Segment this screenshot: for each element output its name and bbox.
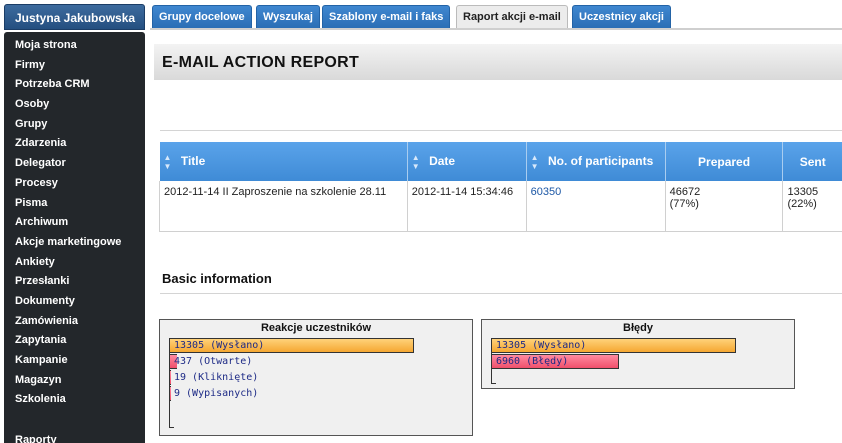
sidebar-item-kampanie[interactable]: Kampanie [4,351,145,371]
sidebar-item-szkolenia[interactable]: Szkolenia [4,390,145,410]
sidebar-item-zamowienia[interactable]: Zamówienia [4,312,145,332]
chart-title: Błędy [623,322,653,334]
cell-title: 2012-11-14 II Zaproszenie na szkolenie 2… [159,181,408,232]
cell-sent: 13305 (22%) [782,181,842,232]
column-header-title[interactable]: ▲ ▼ Title [159,142,408,181]
column-header-label: Prepared [698,154,751,169]
sidebar-menu: Moja strona Firmy Potrzeba CRM Osoby Gru… [4,32,145,443]
column-header-prepared[interactable]: Prepared [665,142,784,181]
divider [160,130,842,131]
tab-szablony[interactable]: Szablony e-mail i faks [322,5,451,29]
sidebar-item-moja-strona[interactable]: Moja strona [4,36,145,56]
sidebar-item-delegator[interactable]: Delegator [4,154,145,174]
page-title: E-MAIL ACTION REPORT [162,54,360,71]
sidebar-item-archiwum[interactable]: Archiwum [4,213,145,233]
sidebar-item-akcje-marketingowe[interactable]: Akcje marketingowe [4,233,145,253]
sidebar-item-raporty[interactable]: Raporty [4,431,57,443]
chart-bar [169,370,171,385]
sort-icon: ▲ ▼ [163,152,172,171]
chart-bar [169,386,171,401]
sidebar-item-firmy[interactable]: Firmy [4,56,145,76]
column-header-date[interactable]: ▲ ▼ Date [407,142,527,181]
sidebar-item-grupy[interactable]: Grupy [4,115,145,135]
cell-prepared: 46672 (77%) [665,181,784,232]
sidebar-item-procesy[interactable]: Procesy [4,174,145,194]
section-heading-basic-info: Basic information [162,271,272,286]
tab-uczestnicy-akcji[interactable]: Uczestnicy akcji [572,5,671,29]
chart-axis-tick [491,383,496,384]
column-header-label: Date [429,153,456,168]
chart-axis-tick [169,427,174,428]
cell-date: 2012-11-14 15:34:46 [407,181,527,232]
sidebar-item-pisma[interactable]: Pisma [4,194,145,214]
table-row[interactable]: 2012-11-14 II Zaproszenie na szkolenie 2… [159,181,842,232]
sort-icon: ▲ ▼ [411,152,420,171]
sort-icon: ▲ ▼ [530,152,539,171]
sidebar-item-osoby[interactable]: Osoby [4,95,145,115]
sidebar-item-zapytania[interactable]: Zapytania [4,331,145,351]
column-header-label: Sent [799,154,826,169]
user-name[interactable]: Justyna Jakubowska [4,4,145,30]
sidebar-item-zdarzenia[interactable]: Zdarzenia [4,134,145,154]
tab-wyszukaj[interactable]: Wyszukaj [256,5,320,29]
tab-grupy-docelowe[interactable]: Grupy docelowe [152,5,252,29]
divider [160,293,842,294]
chart-bar-label: 19 (Kliknięte) [174,372,259,383]
chart-bar-label: 13305 (Wysłano) [174,340,265,351]
chart-bar-label: 437 (Otwarte) [174,356,253,367]
app-root: Justyna Jakubowska Moja strona Firmy Pot… [0,0,842,443]
sidebar-item-ankiety[interactable]: Ankiety [4,253,145,273]
column-header-label: Title [180,153,206,168]
sidebar-item-dokumenty[interactable]: Dokumenty [4,292,145,312]
tab-raport-akcji[interactable]: Raport akcji e-mail [456,5,568,30]
column-header-label: No. of participants [547,153,654,168]
sidebar-item-magazyn[interactable]: Magazyn [4,371,145,391]
prepared-count: 46672 [669,186,701,198]
reactions-chart: Reakcje uczestników 13305 (Wysłano) 437 (… [159,319,473,436]
report-table: ▲ ▼ Title ▲ ▼ Date ▲ ▼ No. of participants … [159,142,842,232]
prepared-percent: (77%) [669,198,699,210]
sent-count: 13305 [787,186,819,198]
sidebar-item-potrzeba-crm[interactable]: Potrzeba CRM [4,75,145,95]
chart-bar-label: 6960 (Błędy) [496,356,569,367]
sent-percent: (22%) [787,198,817,210]
chart-bar-label: 13305 (Wysłano) [496,340,587,351]
sidebar: Justyna Jakubowska Moja strona Firmy Pot… [0,0,146,443]
chart-title: Reakcje uczestników [260,322,372,334]
page-header: E-MAIL ACTION REPORT [154,44,842,80]
cell-participants: 60350 [526,181,666,232]
sidebar-item-przeslanki[interactable]: Przesłanki [4,272,145,292]
participants-link[interactable]: 60350 [531,186,562,198]
chart-bar-label: 9 (Wypisanych) [174,388,259,399]
column-header-participants[interactable]: ▲ ▼ No. of participants [526,142,666,181]
column-header-sent[interactable]: Sent [782,142,842,181]
errors-chart: Błędy 13305 (Wysłano) 6960 (Błędy) [481,319,795,389]
